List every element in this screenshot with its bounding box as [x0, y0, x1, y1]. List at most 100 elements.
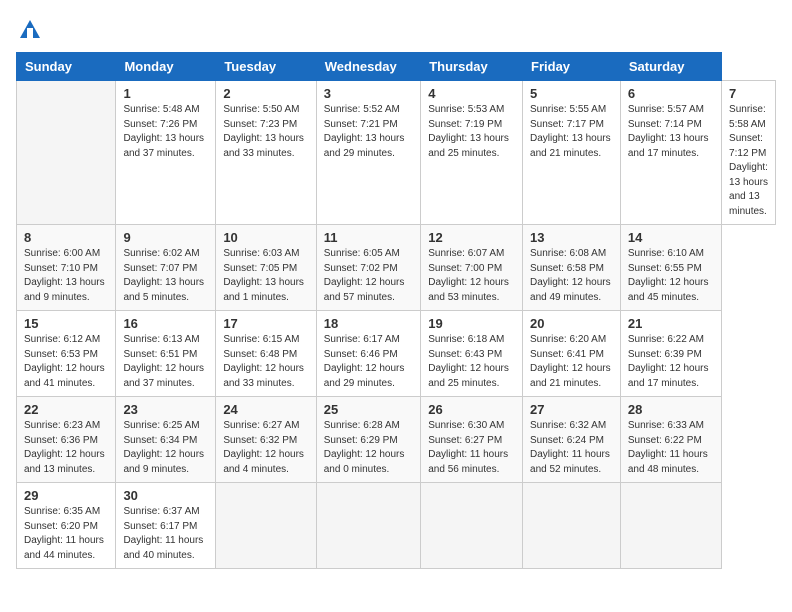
day-number: 23 — [123, 402, 208, 417]
day-info: Sunrise: 6:03 AM Sunset: 7:05 PM Dayligh… — [223, 247, 308, 305]
calendar-cell: 25 Sunrise: 6:28 AM Sunset: 6:29 PM Dayl… — [316, 397, 421, 483]
calendar-cell — [316, 483, 421, 569]
calendar-cell: 14 Sunrise: 6:10 AM Sunset: 6:55 PM Dayl… — [620, 225, 721, 311]
day-info: Sunrise: 6:00 AM Sunset: 7:10 PM Dayligh… — [24, 247, 108, 305]
calendar-cell: 9 Sunrise: 6:02 AM Sunset: 7:07 PM Dayli… — [116, 225, 216, 311]
day-info: Sunrise: 6:18 AM Sunset: 6:43 PM Dayligh… — [428, 333, 515, 391]
day-info: Sunrise: 6:23 AM Sunset: 6:36 PM Dayligh… — [24, 419, 108, 477]
day-number: 26 — [428, 402, 515, 417]
weekday-header-saturday: Saturday — [620, 53, 721, 81]
calendar-cell: 28 Sunrise: 6:33 AM Sunset: 6:22 PM Dayl… — [620, 397, 721, 483]
day-number: 28 — [628, 402, 714, 417]
day-number: 7 — [729, 86, 768, 101]
day-info: Sunrise: 6:05 AM Sunset: 7:02 PM Dayligh… — [324, 247, 414, 305]
calendar-cell — [523, 483, 621, 569]
day-number: 12 — [428, 230, 515, 245]
calendar-cell: 17 Sunrise: 6:15 AM Sunset: 6:48 PM Dayl… — [216, 311, 316, 397]
day-info: Sunrise: 5:58 AM Sunset: 7:12 PM Dayligh… — [729, 103, 768, 219]
day-info: Sunrise: 6:07 AM Sunset: 7:00 PM Dayligh… — [428, 247, 515, 305]
calendar-cell: 3 Sunrise: 5:52 AM Sunset: 7:21 PM Dayli… — [316, 81, 421, 225]
calendar-cell — [620, 483, 721, 569]
day-info: Sunrise: 6:33 AM Sunset: 6:22 PM Dayligh… — [628, 419, 714, 477]
day-number: 16 — [123, 316, 208, 331]
calendar-cell — [216, 483, 316, 569]
day-number: 20 — [530, 316, 613, 331]
calendar-cell: 5 Sunrise: 5:55 AM Sunset: 7:17 PM Dayli… — [523, 81, 621, 225]
calendar-cell: 7 Sunrise: 5:58 AM Sunset: 7:12 PM Dayli… — [722, 81, 776, 225]
calendar-cell: 30 Sunrise: 6:37 AM Sunset: 6:17 PM Dayl… — [116, 483, 216, 569]
day-info: Sunrise: 5:52 AM Sunset: 7:21 PM Dayligh… — [324, 103, 414, 161]
day-number: 9 — [123, 230, 208, 245]
day-info: Sunrise: 6:27 AM Sunset: 6:32 PM Dayligh… — [223, 419, 308, 477]
day-number: 4 — [428, 86, 515, 101]
calendar-cell: 8 Sunrise: 6:00 AM Sunset: 7:10 PM Dayli… — [17, 225, 116, 311]
weekday-header-monday: Monday — [116, 53, 216, 81]
weekday-header-wednesday: Wednesday — [316, 53, 421, 81]
day-number: 30 — [123, 488, 208, 503]
day-info: Sunrise: 5:48 AM Sunset: 7:26 PM Dayligh… — [123, 103, 208, 161]
day-info: Sunrise: 6:10 AM Sunset: 6:55 PM Dayligh… — [628, 247, 714, 305]
calendar-cell — [421, 483, 523, 569]
day-number: 14 — [628, 230, 714, 245]
day-info: Sunrise: 6:08 AM Sunset: 6:58 PM Dayligh… — [530, 247, 613, 305]
calendar-table: SundayMondayTuesdayWednesdayThursdayFrid… — [16, 52, 776, 569]
calendar-cell: 24 Sunrise: 6:27 AM Sunset: 6:32 PM Dayl… — [216, 397, 316, 483]
day-number: 8 — [24, 230, 108, 245]
day-info: Sunrise: 6:35 AM Sunset: 6:20 PM Dayligh… — [24, 505, 108, 563]
day-number: 24 — [223, 402, 308, 417]
calendar-cell: 21 Sunrise: 6:22 AM Sunset: 6:39 PM Dayl… — [620, 311, 721, 397]
logo — [16, 16, 48, 44]
calendar-cell: 4 Sunrise: 5:53 AM Sunset: 7:19 PM Dayli… — [421, 81, 523, 225]
day-info: Sunrise: 6:25 AM Sunset: 6:34 PM Dayligh… — [123, 419, 208, 477]
day-number: 25 — [324, 402, 414, 417]
weekday-header-tuesday: Tuesday — [216, 53, 316, 81]
day-info: Sunrise: 5:57 AM Sunset: 7:14 PM Dayligh… — [628, 103, 714, 161]
page-header — [16, 16, 776, 44]
weekday-header-sunday: Sunday — [17, 53, 116, 81]
calendar-cell: 26 Sunrise: 6:30 AM Sunset: 6:27 PM Dayl… — [421, 397, 523, 483]
calendar-cell: 12 Sunrise: 6:07 AM Sunset: 7:00 PM Dayl… — [421, 225, 523, 311]
day-info: Sunrise: 6:17 AM Sunset: 6:46 PM Dayligh… — [324, 333, 414, 391]
calendar-cell: 23 Sunrise: 6:25 AM Sunset: 6:34 PM Dayl… — [116, 397, 216, 483]
day-info: Sunrise: 6:20 AM Sunset: 6:41 PM Dayligh… — [530, 333, 613, 391]
day-number: 29 — [24, 488, 108, 503]
day-number: 2 — [223, 86, 308, 101]
day-info: Sunrise: 6:12 AM Sunset: 6:53 PM Dayligh… — [24, 333, 108, 391]
day-number: 11 — [324, 230, 414, 245]
day-info: Sunrise: 6:32 AM Sunset: 6:24 PM Dayligh… — [530, 419, 613, 477]
day-number: 19 — [428, 316, 515, 331]
day-info: Sunrise: 6:22 AM Sunset: 6:39 PM Dayligh… — [628, 333, 714, 391]
day-number: 27 — [530, 402, 613, 417]
calendar-cell: 19 Sunrise: 6:18 AM Sunset: 6:43 PM Dayl… — [421, 311, 523, 397]
calendar-cell: 22 Sunrise: 6:23 AM Sunset: 6:36 PM Dayl… — [17, 397, 116, 483]
day-number: 6 — [628, 86, 714, 101]
weekday-header-friday: Friday — [523, 53, 621, 81]
calendar-cell: 10 Sunrise: 6:03 AM Sunset: 7:05 PM Dayl… — [216, 225, 316, 311]
day-number: 22 — [24, 402, 108, 417]
day-info: Sunrise: 6:02 AM Sunset: 7:07 PM Dayligh… — [123, 247, 208, 305]
day-info: Sunrise: 6:15 AM Sunset: 6:48 PM Dayligh… — [223, 333, 308, 391]
day-number: 10 — [223, 230, 308, 245]
calendar-cell — [17, 81, 116, 225]
day-number: 5 — [530, 86, 613, 101]
calendar-cell: 29 Sunrise: 6:35 AM Sunset: 6:20 PM Dayl… — [17, 483, 116, 569]
day-number: 3 — [324, 86, 414, 101]
day-info: Sunrise: 6:13 AM Sunset: 6:51 PM Dayligh… — [123, 333, 208, 391]
day-number: 13 — [530, 230, 613, 245]
day-number: 18 — [324, 316, 414, 331]
calendar-cell: 13 Sunrise: 6:08 AM Sunset: 6:58 PM Dayl… — [523, 225, 621, 311]
day-number: 15 — [24, 316, 108, 331]
weekday-header-thursday: Thursday — [421, 53, 523, 81]
calendar-cell: 16 Sunrise: 6:13 AM Sunset: 6:51 PM Dayl… — [116, 311, 216, 397]
calendar-cell: 18 Sunrise: 6:17 AM Sunset: 6:46 PM Dayl… — [316, 311, 421, 397]
calendar-cell: 27 Sunrise: 6:32 AM Sunset: 6:24 PM Dayl… — [523, 397, 621, 483]
day-info: Sunrise: 5:50 AM Sunset: 7:23 PM Dayligh… — [223, 103, 308, 161]
logo-icon — [16, 16, 44, 44]
calendar-cell: 6 Sunrise: 5:57 AM Sunset: 7:14 PM Dayli… — [620, 81, 721, 225]
calendar-cell: 15 Sunrise: 6:12 AM Sunset: 6:53 PM Dayl… — [17, 311, 116, 397]
calendar-cell: 11 Sunrise: 6:05 AM Sunset: 7:02 PM Dayl… — [316, 225, 421, 311]
day-number: 1 — [123, 86, 208, 101]
day-info: Sunrise: 6:30 AM Sunset: 6:27 PM Dayligh… — [428, 419, 515, 477]
day-number: 21 — [628, 316, 714, 331]
calendar-cell: 2 Sunrise: 5:50 AM Sunset: 7:23 PM Dayli… — [216, 81, 316, 225]
